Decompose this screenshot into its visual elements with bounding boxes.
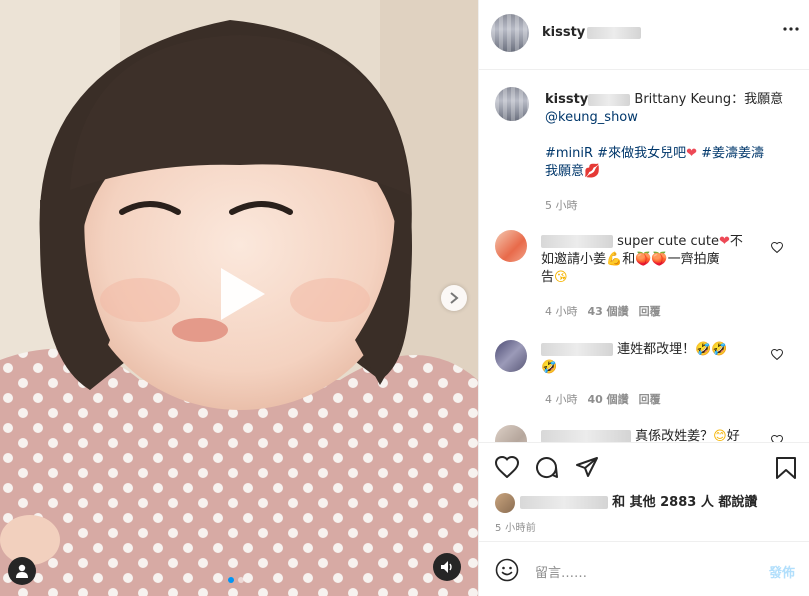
carousel-dot-active <box>228 577 234 583</box>
comment-likes[interactable]: 40 個讚 <box>588 393 629 406</box>
more-options-icon[interactable] <box>783 27 799 31</box>
reply-button[interactable]: 回覆 <box>639 393 661 406</box>
caption-author-avatar[interactable] <box>495 87 529 121</box>
comment-meta: 4 小時 40 個讚 回覆 <box>545 393 661 406</box>
comment-like-heart-icon[interactable] <box>771 349 783 360</box>
sound-toggle-button[interactable] <box>433 553 461 581</box>
post-sidebar: kissty kissty Brittany Keung：我願意 @keung_… <box>478 0 809 596</box>
flexed-biceps-emoji: 💪 <box>606 252 623 267</box>
share-send-icon[interactable] <box>575 456 599 478</box>
carousel-dot <box>238 577 244 583</box>
smiling-emoji: 😊 <box>713 429 727 442</box>
redacted-commenter-name[interactable] <box>541 343 613 356</box>
lips-emoji: 💋 <box>584 164 601 179</box>
redacted-username <box>587 26 642 39</box>
next-media-button[interactable] <box>441 285 467 311</box>
caption-time: 5 小時 <box>545 199 578 212</box>
caption: kissty Brittany Keung：我願意 @keung_show #m… <box>545 92 784 179</box>
red-heart-emoji: ❤ <box>686 146 697 161</box>
liker-avatar <box>495 492 515 513</box>
rofl-emoji: 🤣 <box>541 360 558 375</box>
add-comment-bar: 留言…… 發佈 <box>479 541 809 596</box>
redacted-commenter-name[interactable] <box>541 430 631 442</box>
post-video[interactable] <box>0 0 478 596</box>
redacted-commenter-name[interactable] <box>541 235 613 248</box>
author-username[interactable]: kissty <box>542 25 642 40</box>
save-bookmark-icon[interactable] <box>775 456 797 480</box>
tagged-users-button[interactable] <box>8 557 36 585</box>
comment-input[interactable]: 留言…… <box>535 562 587 581</box>
speaker-icon <box>441 561 452 573</box>
rofl-emoji: 🤣🤣 <box>695 342 728 357</box>
comment-text: 連姓都改埋！🤣🤣 🤣 <box>541 342 728 375</box>
post-header: kissty <box>479 0 809 70</box>
comments-list[interactable]: kissty Brittany Keung：我願意 @keung_show #m… <box>479 71 809 442</box>
commenter-avatar[interactable] <box>495 340 527 372</box>
peach-emoji: 🍑🍑 <box>635 252 668 267</box>
post-time: 5 小時前 <box>495 523 537 534</box>
chevron-right-icon <box>450 292 459 304</box>
comment-bubble-icon[interactable] <box>535 456 559 480</box>
caption-username[interactable]: kissty <box>545 92 631 107</box>
post-comment-button[interactable]: 發佈 <box>769 562 795 581</box>
reply-button[interactable]: 回覆 <box>639 305 661 318</box>
hashtag-links[interactable]: #miniR #來做我女兒吧 <box>545 146 686 161</box>
emoji-smiley-icon[interactable] <box>495 558 519 582</box>
likes-summary[interactable]: 和 其他 2883 人 都說讚 <box>495 491 757 513</box>
commenter-avatar[interactable] <box>495 230 527 262</box>
comment-text: super cute cute❤不 如邀請小姜💪和🍑🍑一齊拍廣 告😘 <box>541 234 743 285</box>
comment-like-heart-icon[interactable] <box>771 242 783 253</box>
comment-text: 真係改姓姜？😊好 <box>541 428 756 442</box>
comment-likes[interactable]: 43 個讚 <box>588 305 629 318</box>
instagram-post-modal: kissty kissty Brittany Keung：我願意 @keung_… <box>0 0 809 596</box>
actions-divider <box>479 442 809 444</box>
redacted-liker-name[interactable] <box>519 496 608 509</box>
comment-like-heart-icon[interactable] <box>771 435 783 442</box>
person-icon <box>16 564 28 578</box>
hashtag-link-2[interactable]: 我願意 <box>545 164 584 179</box>
author-avatar[interactable] <box>491 14 529 52</box>
commenter-avatar[interactable] <box>495 425 527 442</box>
carousel-indicator <box>228 577 244 583</box>
comment-meta: 4 小時 43 個讚 回覆 <box>545 305 661 318</box>
play-icon[interactable] <box>207 262 271 326</box>
mention-link[interactable]: @keung_show <box>545 110 638 125</box>
red-heart-emoji: ❤ <box>718 234 730 249</box>
kissing-face-emoji: 😘 <box>554 270 568 285</box>
like-heart-icon[interactable] <box>495 456 519 478</box>
